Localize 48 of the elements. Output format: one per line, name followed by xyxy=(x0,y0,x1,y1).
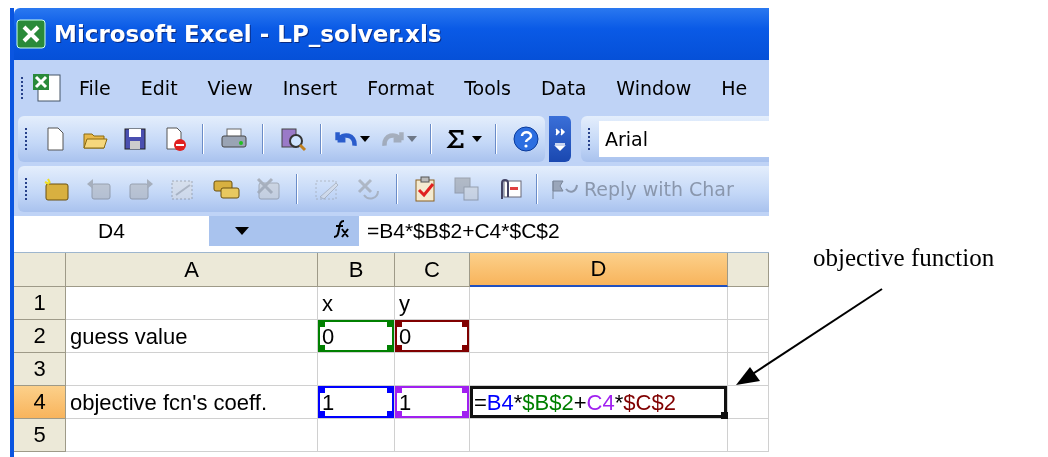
menu-item[interactable]: He xyxy=(706,77,763,99)
dropdown-arrow-icon xyxy=(407,136,417,142)
dropdown-arrow-icon[interactable] xyxy=(235,227,249,235)
menu-item[interactable]: Window xyxy=(601,77,707,99)
row-header[interactable]: 3 xyxy=(14,353,66,386)
undo-arrow-icon xyxy=(335,130,357,148)
empty-cell xyxy=(728,320,769,353)
column-header[interactable]: B xyxy=(318,253,395,287)
column-header[interactable]: A xyxy=(66,253,318,287)
table-cell: objective fcn's coeff. xyxy=(66,386,318,419)
menu-item[interactable]: Insert xyxy=(267,77,353,99)
referenced-cell: 0 xyxy=(318,320,395,353)
select-all-corner[interactable] xyxy=(14,253,66,287)
redo-arrow-icon xyxy=(382,130,404,148)
row-header[interactable]: 2 xyxy=(14,320,66,353)
spreadsheet-app-icon xyxy=(16,19,46,49)
row-header[interactable]: 5 xyxy=(14,419,66,452)
menu-item[interactable]: View xyxy=(192,77,268,99)
row-header[interactable]: 4 xyxy=(14,386,66,419)
referenced-cell: 0 xyxy=(395,320,470,353)
empty-cell xyxy=(728,287,769,320)
menu-item[interactable]: Format xyxy=(352,77,450,99)
selected-cell[interactable]: =B4*$B$2+C4*$C$2 xyxy=(470,386,728,419)
menu-item[interactable]: File xyxy=(64,77,126,99)
font-field[interactable]: Arial xyxy=(599,121,769,157)
chevron-icon xyxy=(554,126,566,152)
referenced-cell: 1 xyxy=(395,386,470,419)
worksheet-icon[interactable] xyxy=(30,71,64,105)
menu-item[interactable]: Data xyxy=(525,77,602,99)
column-header[interactable]: D xyxy=(470,253,728,287)
dropdown-arrow-icon xyxy=(360,136,370,142)
formula-field[interactable]: =B4*$B$2+C4*$C$2 xyxy=(359,216,769,246)
help-icon xyxy=(510,125,540,153)
menu-item[interactable]: Tools xyxy=(449,77,526,99)
empty-cell xyxy=(728,386,769,419)
dropdown-arrow-icon xyxy=(472,136,482,142)
reply-flag-icon xyxy=(550,177,580,201)
save-document-icon xyxy=(451,175,481,203)
toolbar-options-button[interactable] xyxy=(549,116,571,162)
menu-item[interactable]: Edit xyxy=(125,77,193,99)
table-cell: guess value xyxy=(66,320,318,353)
referenced-cell: 1 xyxy=(318,386,395,419)
annotation-label: objective function xyxy=(813,244,995,271)
column-header[interactable]: C xyxy=(395,253,470,287)
column-header[interactable] xyxy=(728,253,769,287)
empty-cell xyxy=(728,419,769,452)
window-title: Microsoft Excel - LP_solver.xls xyxy=(54,21,442,47)
row-header[interactable]: 1 xyxy=(14,287,66,320)
